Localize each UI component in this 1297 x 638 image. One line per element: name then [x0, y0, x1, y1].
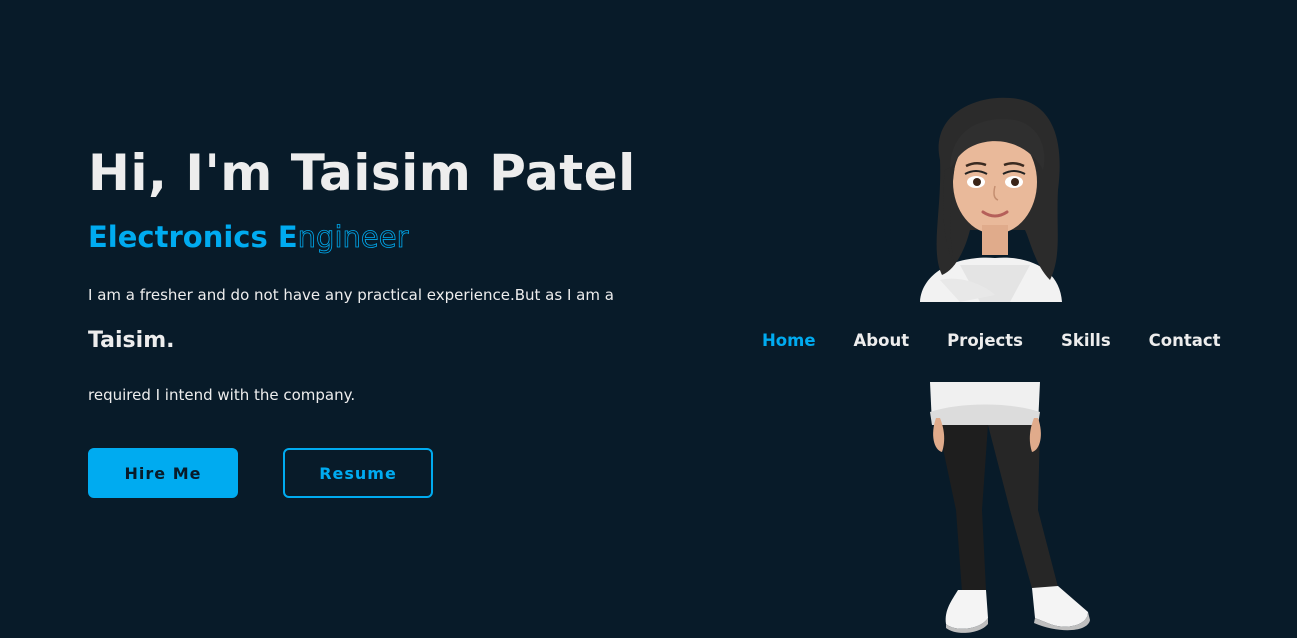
- avatar-illustration: [920, 97, 1090, 633]
- role-outline-text: ngineer: [297, 220, 409, 255]
- nav-item-home[interactable]: Home: [762, 331, 816, 350]
- resume-button[interactable]: Resume: [283, 448, 433, 498]
- hero-title: Hi, I'm Taisim Patel: [88, 144, 636, 202]
- avatar-upper: [920, 97, 1062, 302]
- hero-role: Electronics Engineer: [88, 220, 409, 255]
- hero-name: Taisim.: [88, 328, 175, 353]
- hire-me-button[interactable]: Hire Me: [88, 448, 238, 498]
- nav-item-contact[interactable]: Contact: [1149, 331, 1221, 350]
- page: Hi, I'm Taisim Patel Electronics Enginee…: [0, 0, 1297, 638]
- avatar-lower: [930, 382, 1090, 633]
- role-filled-text: Electronics E: [88, 220, 298, 254]
- hero-paragraph-line3: required I intend with the company.: [88, 386, 356, 404]
- hero-paragraph-line1: I am a fresher and do not have any pract…: [88, 286, 614, 304]
